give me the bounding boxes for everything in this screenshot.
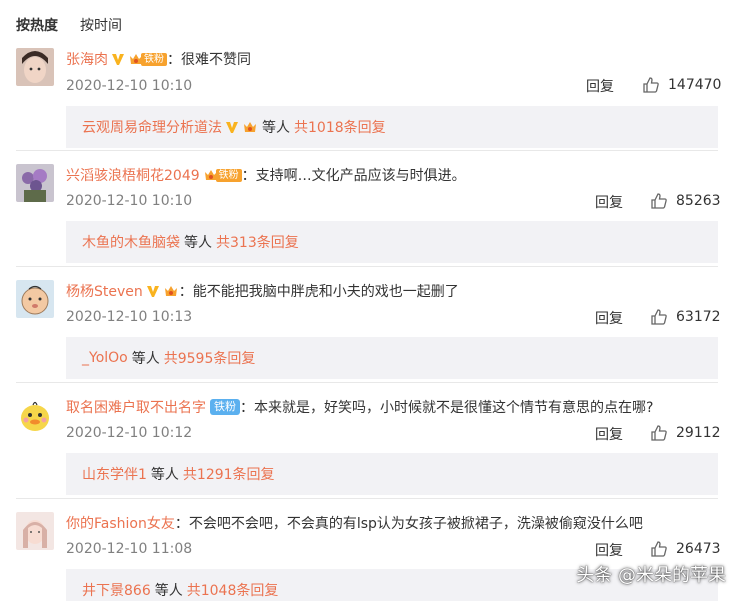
timestamp: 2020-12-10 10:10 bbox=[66, 193, 193, 209]
reply-others-text: 等人 bbox=[184, 235, 212, 251]
comment-text: 支持啊…文化产品应该与时俱进。 bbox=[255, 168, 466, 184]
colon: ： bbox=[167, 52, 181, 68]
sort-by-hot-tab[interactable]: 按热度 bbox=[16, 15, 58, 35]
reply-preview[interactable]: 木鱼的木鱼脑袋 等人 共313条回复 bbox=[66, 221, 718, 263]
reply-user-link[interactable]: _YolOo bbox=[82, 350, 128, 366]
colon: ： bbox=[174, 516, 189, 532]
colon: ： bbox=[240, 400, 254, 416]
reply-user-link[interactable]: 山东学伴1 bbox=[82, 464, 147, 484]
divider bbox=[16, 498, 718, 499]
colon: ： bbox=[241, 168, 256, 184]
avatar[interactable] bbox=[16, 396, 54, 434]
like-count: 29112 bbox=[676, 425, 721, 441]
comment-line: 你的Fashion女友 ： 不会吧不会吧，不会真的有lsp认为女孩子被掀裙子，洗… bbox=[66, 512, 643, 534]
like-count: 63172 bbox=[676, 309, 721, 325]
username-link[interactable]: 杨杨Steven bbox=[66, 281, 143, 301]
comment-item: 兴滔骇浪梧桐花2049 铁粉 ： 支持啊…文化产品应该与时俱进。 2020-12… bbox=[16, 164, 721, 274]
comment-item: 你的Fashion女友 ： 不会吧不会吧，不会真的有lsp认为女孩子被掀裙子，洗… bbox=[16, 512, 721, 601]
comment-text: 很难不赞同 bbox=[181, 52, 251, 68]
reply-user-link[interactable]: 木鱼的木鱼脑袋 bbox=[82, 232, 180, 252]
like-button[interactable]: 29112 bbox=[650, 424, 721, 442]
divider bbox=[16, 150, 718, 151]
comment-line: 取名困难户取不出名字 铁粉 ： 本来就是，好笑吗，小时候就不是很懂这个情节有意思… bbox=[66, 396, 653, 418]
username-link[interactable]: 张海肉 bbox=[66, 49, 108, 69]
reply-preview[interactable]: 山东学伴1 等人 共1291条回复 bbox=[66, 453, 718, 495]
reply-button[interactable]: 回复 bbox=[595, 308, 623, 328]
username-link[interactable]: 你的Fashion女友 bbox=[66, 513, 175, 533]
thumbs-up-icon bbox=[651, 193, 667, 209]
comment-item: 张海肉 铁粉 ： 很难不赞同 2020-12-10 10:10 回复 14747… bbox=[16, 48, 721, 158]
avatar[interactable] bbox=[16, 48, 54, 86]
avatar[interactable] bbox=[16, 280, 54, 318]
sort-bar: 按热度 按时间 bbox=[16, 14, 122, 36]
timestamp: 2020-12-10 11:08 bbox=[66, 541, 193, 557]
reply-count-link[interactable]: 共1291条回复 bbox=[183, 464, 275, 484]
verified-icon bbox=[112, 54, 124, 65]
comment-item: 取名困难户取不出名字 铁粉 ： 本来就是，好笑吗，小时候就不是很懂这个情节有意思… bbox=[16, 396, 721, 506]
thumbs-up-icon bbox=[643, 77, 659, 93]
thumbs-up-icon bbox=[651, 425, 667, 441]
like-count: 147470 bbox=[668, 77, 722, 93]
comment-text: 能不能把我脑中胖虎和小夫的戏也一起删了 bbox=[192, 284, 459, 300]
fan-badge bbox=[163, 283, 179, 299]
thumbs-up-icon bbox=[651, 541, 667, 557]
username-link[interactable]: 取名困难户取不出名字 bbox=[66, 397, 206, 417]
like-button[interactable]: 63172 bbox=[650, 308, 721, 326]
verified-icon bbox=[226, 122, 238, 133]
watermark: 头条 @米朵的苹果 bbox=[576, 565, 726, 586]
reply-others-text: 等人 bbox=[131, 351, 160, 367]
divider bbox=[16, 382, 718, 383]
comment-line: 兴滔骇浪梧桐花2049 铁粉 ： 支持啊…文化产品应该与时俱进。 bbox=[66, 164, 466, 186]
fan-badge-label: 铁粉 bbox=[215, 168, 242, 182]
reply-others-text: 等人 bbox=[150, 467, 179, 483]
fan-badge: 铁粉 bbox=[203, 167, 242, 183]
reply-others-text: 等人 bbox=[262, 120, 290, 136]
fan-badge-label: 铁粉 bbox=[141, 52, 167, 66]
like-button[interactable]: 85263 bbox=[650, 192, 721, 210]
timestamp: 2020-12-10 10:13 bbox=[66, 309, 193, 325]
comment-text: 不会吧不会吧，不会真的有lsp认为女孩子被掀裙子，洗澡被偷窥没什么吧 bbox=[188, 516, 643, 532]
comment-item: 杨杨Steven ： 能不能把我脑中胖虎和小夫的戏也一起删了 2020-12-1… bbox=[16, 280, 721, 390]
reply-button[interactable]: 回复 bbox=[586, 76, 614, 96]
like-count: 26473 bbox=[676, 541, 721, 557]
reply-user-link[interactable]: 井下景866 bbox=[82, 580, 151, 600]
sort-by-time-tab[interactable]: 按时间 bbox=[80, 15, 122, 35]
crown-icon bbox=[244, 122, 256, 132]
verified-icon bbox=[146, 286, 159, 297]
avatar[interactable] bbox=[16, 164, 54, 202]
divider bbox=[16, 266, 718, 267]
comment-line: 杨杨Steven ： 能不能把我脑中胖虎和小夫的戏也一起删了 bbox=[66, 280, 459, 302]
reply-count-link[interactable]: 共1018条回复 bbox=[294, 117, 386, 137]
comment-text: 本来就是，好笑吗，小时候就不是很懂这个情节有意思的点在哪? bbox=[254, 400, 654, 416]
avatar[interactable] bbox=[16, 512, 54, 550]
reply-preview[interactable]: 云观周易命理分析道法 等人 共1018条回复 bbox=[66, 106, 718, 148]
username-link[interactable]: 兴滔骇浪梧桐花2049 bbox=[66, 165, 200, 185]
reply-count-link[interactable]: 共9595条回复 bbox=[164, 348, 256, 368]
like-count: 85263 bbox=[676, 193, 721, 209]
like-button[interactable]: 26473 bbox=[650, 540, 721, 558]
reply-button[interactable]: 回复 bbox=[595, 540, 623, 560]
like-button[interactable]: 147470 bbox=[642, 76, 721, 94]
fan-badge-label: 铁粉 bbox=[210, 399, 240, 415]
reply-count-link[interactable]: 共313条回复 bbox=[216, 232, 299, 252]
timestamp: 2020-12-10 10:12 bbox=[66, 425, 193, 441]
reply-others-text: 等人 bbox=[154, 583, 183, 599]
timestamp: 2020-12-10 10:10 bbox=[66, 78, 193, 94]
thumbs-up-icon bbox=[651, 309, 667, 325]
colon: ： bbox=[178, 284, 193, 300]
reply-button[interactable]: 回复 bbox=[595, 192, 623, 212]
comment-line: 张海肉 铁粉 ： 很难不赞同 bbox=[66, 48, 251, 70]
reply-user-link[interactable]: 云观周易命理分析道法 bbox=[82, 117, 222, 137]
fan-badge: 铁粉 bbox=[128, 51, 167, 67]
crown-icon bbox=[164, 286, 177, 296]
reply-preview[interactable]: _YolOo 等人 共9595条回复 bbox=[66, 337, 718, 379]
reply-count-link[interactable]: 共1048条回复 bbox=[187, 580, 279, 600]
reply-button[interactable]: 回复 bbox=[595, 424, 623, 444]
